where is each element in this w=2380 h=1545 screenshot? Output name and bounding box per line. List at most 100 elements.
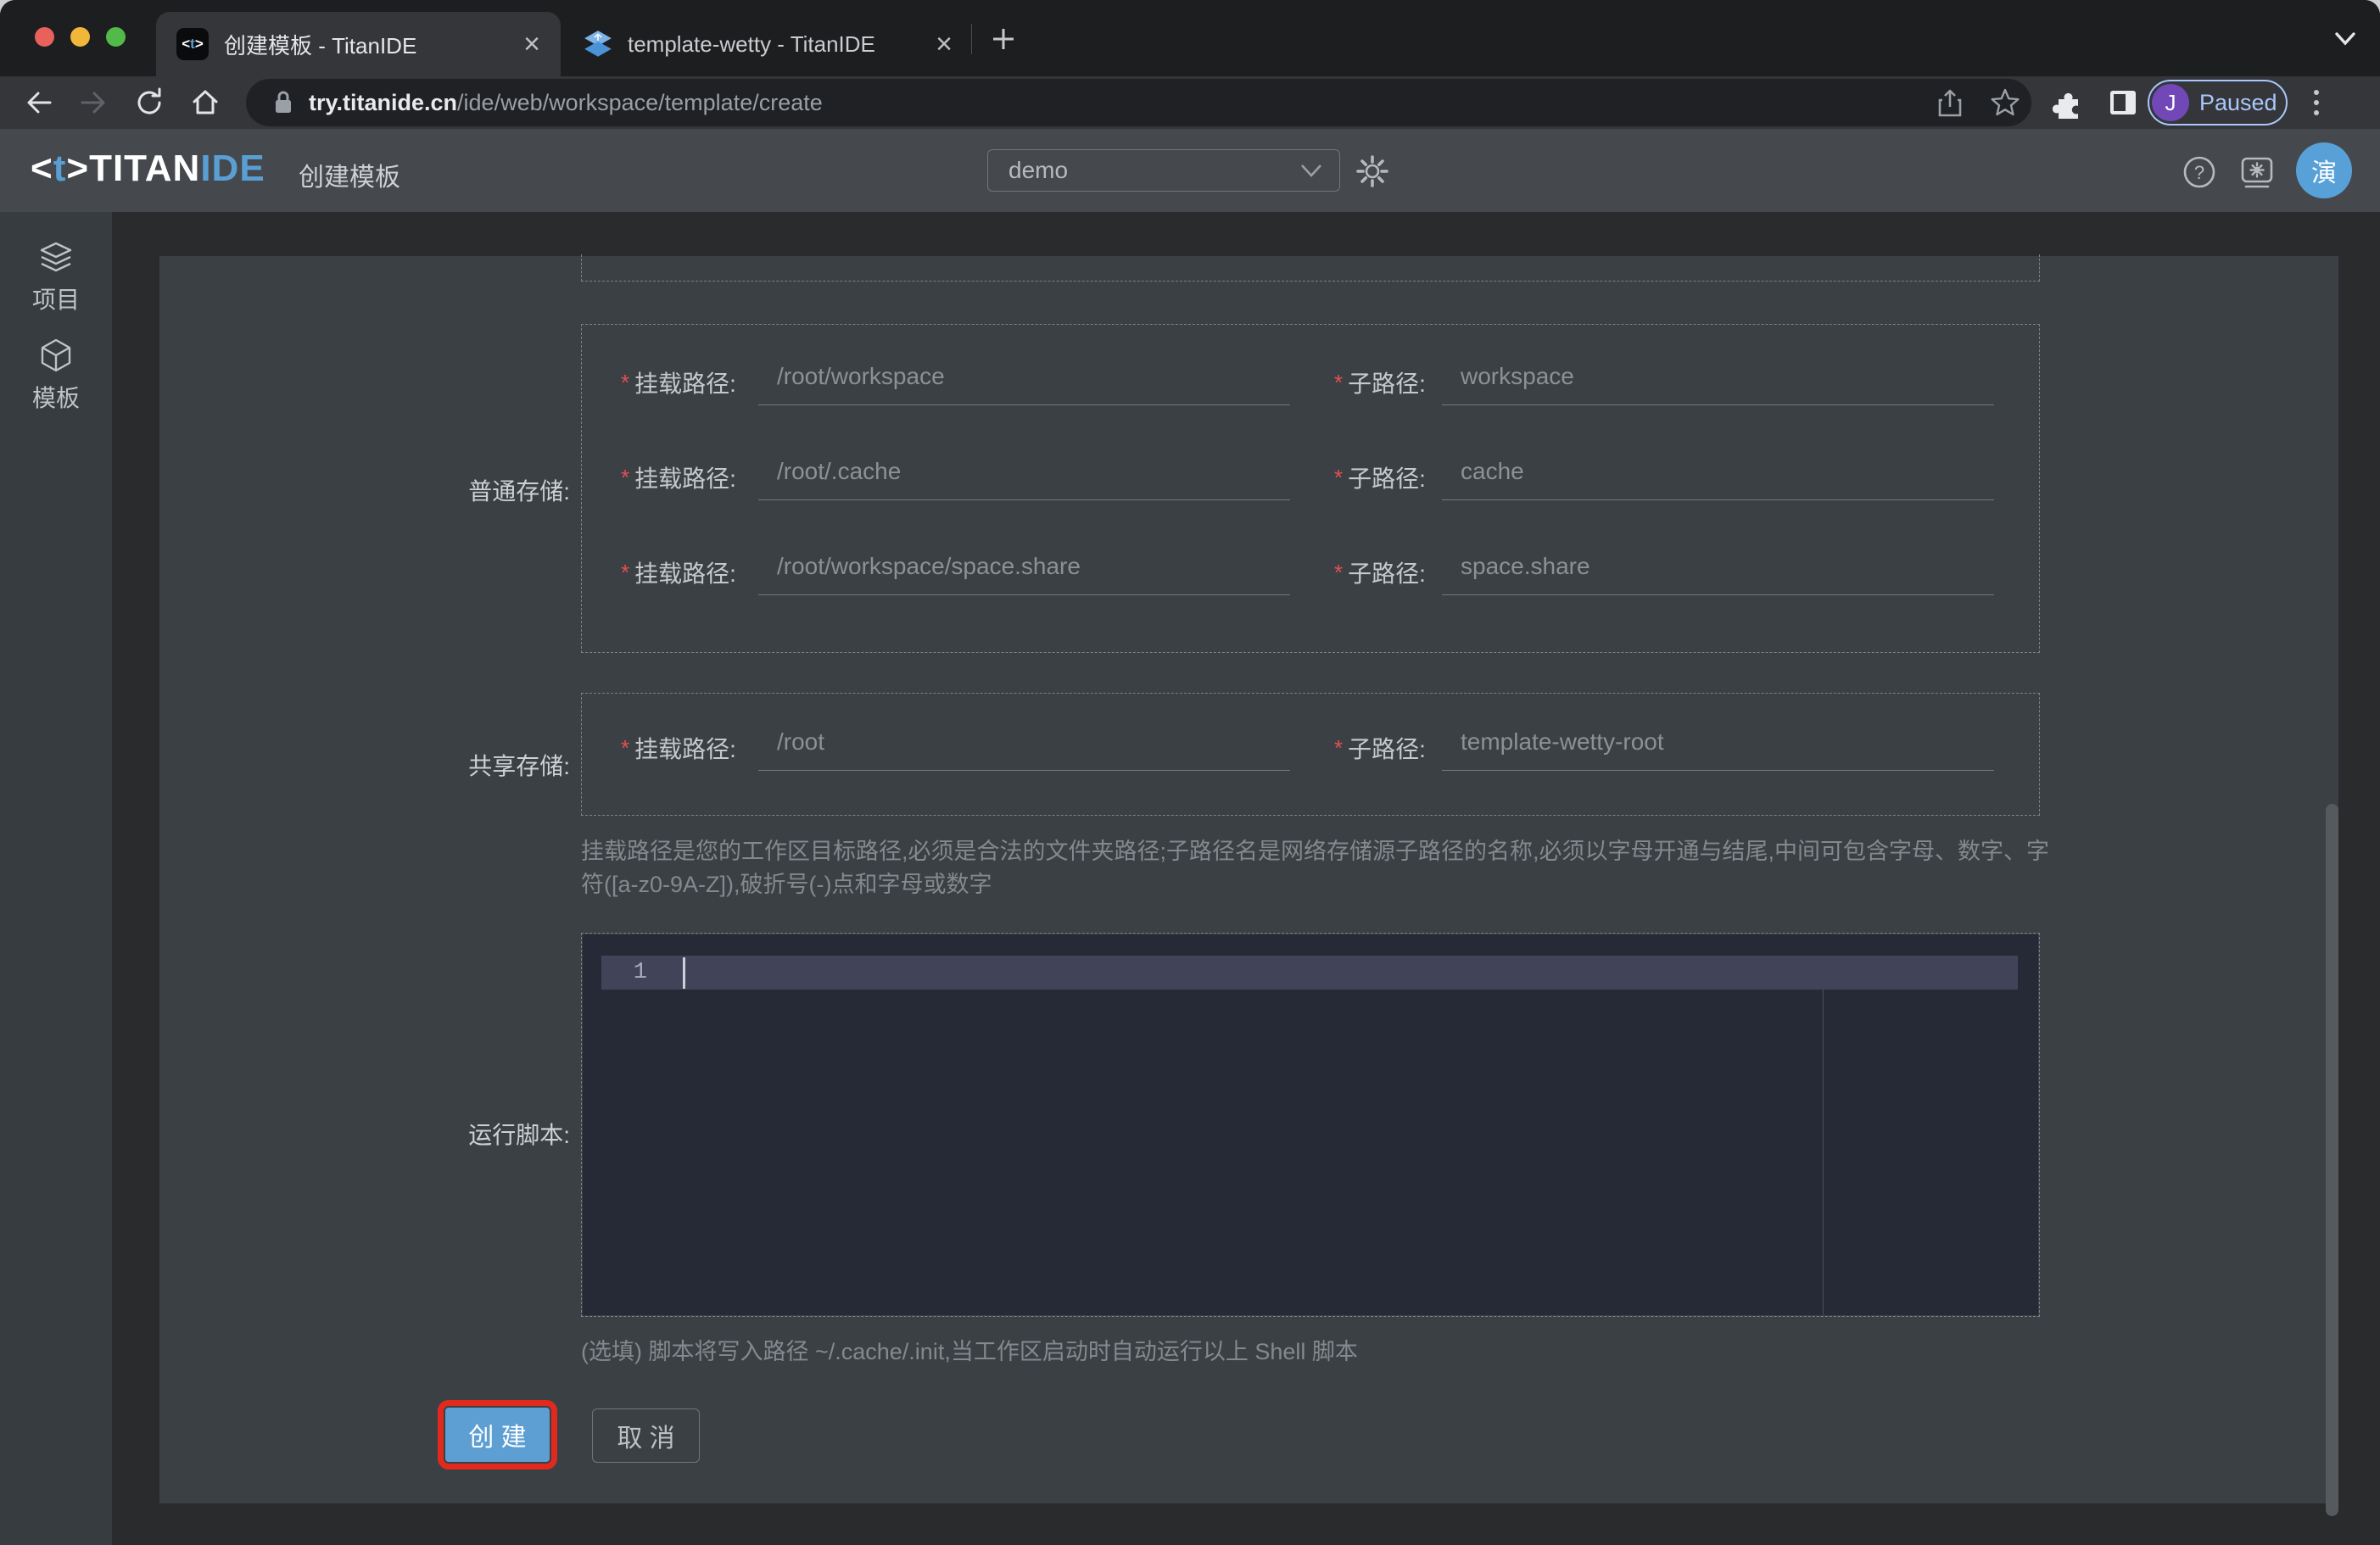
reload-button[interactable]	[134, 87, 165, 118]
script-note-text: (选填) 脚本将写入路径 ~/.cache/.init,当工作区启动时自动运行以…	[581, 1339, 1358, 1364]
sidebar-item-templates[interactable]: 模板	[0, 337, 112, 414]
cancel-button[interactable]: 取 消	[592, 1408, 700, 1463]
tab-search-chevron-icon[interactable]	[2331, 31, 2360, 49]
mount-path-input[interactable]: /root/workspace	[758, 352, 1290, 405]
logo-open: <	[31, 148, 53, 189]
editor-line-number: 1	[633, 960, 647, 985]
sub-path-label: * 子路径:	[1334, 555, 1426, 589]
back-button[interactable]	[24, 87, 54, 118]
tab-title: template-wetty - TitanIDE	[628, 31, 875, 57]
required-mark: *	[621, 465, 630, 490]
console-settings-icon[interactable]	[2238, 154, 2277, 192]
annotation-highlight-box: 创 建	[438, 1400, 557, 1470]
side-panel-icon[interactable]	[2107, 86, 2139, 119]
clipped-section-box	[581, 254, 2040, 282]
tab-separator	[971, 24, 972, 54]
settings-gear-icon[interactable]	[1355, 154, 1389, 188]
sub-path-value: workspace	[1461, 363, 1574, 389]
browser-toolbar: try.titanide.cn/ide/web/workspace/templa…	[0, 76, 2380, 129]
sub-path-value: space.share	[1461, 553, 1590, 579]
address-bar[interactable]: try.titanide.cn/ide/web/workspace/templa…	[246, 79, 2031, 126]
mount-path-label: * 挂载路径:	[621, 731, 736, 765]
editor-caret	[683, 957, 685, 989]
layers-icon	[40, 242, 72, 272]
sidebar-item-label: 模板	[31, 385, 80, 411]
required-mark: *	[621, 560, 630, 585]
browser-menu-icon[interactable]	[2310, 86, 2322, 119]
lock-icon[interactable]	[271, 89, 295, 116]
sidebar-item-label: 项目	[31, 287, 80, 313]
mount-path-value: /root/.cache	[777, 458, 902, 484]
tab-strip: < t > 创建模板 - TitanIDE × template-wetty - T…	[0, 0, 2380, 76]
editor-ruler	[1823, 990, 1824, 1315]
mount-path-input[interactable]: /root/workspace/space.share	[758, 542, 1290, 595]
user-avatar[interactable]: 演	[2296, 142, 2352, 198]
storage-row: * 挂载路径: /root/.cache * 子路径: cache	[582, 447, 2041, 523]
sub-path-label-text: 子路径:	[1348, 466, 1426, 492]
titanide-logo[interactable]: <t>TITANIDE	[31, 148, 265, 190]
workspace-select[interactable]: demo	[987, 149, 1340, 192]
close-window-button[interactable]	[35, 27, 54, 47]
mount-path-label: * 挂载路径:	[621, 460, 736, 494]
logo-titan: TITAN	[89, 148, 201, 189]
forward-button[interactable]	[78, 87, 109, 118]
sidebar-item-projects[interactable]: 项目	[0, 241, 112, 315]
required-mark: *	[1334, 560, 1344, 585]
storage-row: * 挂载路径: /root/workspace * 子路径: workspace	[582, 352, 2041, 428]
logo-t: t	[53, 148, 67, 189]
bookmark-star-icon[interactable]	[1990, 87, 2020, 118]
tab-template-wetty[interactable]: template-wetty - TitanIDE ×	[570, 12, 964, 76]
editor-active-line	[601, 956, 2018, 990]
page-scrollbar[interactable]	[2326, 804, 2338, 1516]
share-icon[interactable]	[1936, 88, 1964, 119]
create-button[interactable]: 创 建	[445, 1408, 550, 1462]
sub-path-input[interactable]: template-wetty-root	[1442, 717, 1994, 771]
close-tab-icon[interactable]: ×	[936, 30, 953, 59]
mount-path-value: /root	[777, 728, 825, 755]
favicon-close: >	[194, 36, 204, 52]
tab-create-template[interactable]: < t > 创建模板 - TitanIDE ×	[156, 12, 561, 76]
maximize-window-button[interactable]	[106, 27, 126, 47]
mount-path-value: /root/workspace	[777, 363, 945, 389]
minimize-window-button[interactable]	[70, 27, 90, 47]
create-template-form: 普通存储: * 挂载路径: /root/workspace * 子路径: works…	[159, 254, 2338, 1516]
mount-path-label-text: 挂载路径:	[634, 466, 736, 492]
script-editor[interactable]: 1	[583, 934, 2038, 1315]
mount-path-input[interactable]: /root	[758, 717, 1290, 771]
mount-path-label-text: 挂载路径:	[634, 371, 736, 397]
required-mark: *	[621, 370, 630, 395]
storage-row: * 挂载路径: /root/workspace/space.share * 子路径:…	[582, 542, 2041, 618]
path-hint-text: 挂载路径是您的工作区目标路径,必须是合法的文件夹路径;子路径名是网络存储源子路径…	[581, 839, 2050, 897]
sub-path-input[interactable]: space.share	[1442, 542, 1994, 595]
sub-path-value: cache	[1461, 458, 1524, 484]
profile-paused-button[interactable]: J Paused	[2148, 80, 2288, 125]
new-tab-button[interactable]	[991, 26, 1016, 52]
mount-path-label-text: 挂载路径:	[634, 736, 736, 762]
run-script-label: 运行脚本:	[468, 1122, 570, 1148]
paused-label: Paused	[2199, 89, 2277, 115]
sub-path-label-text: 子路径:	[1348, 371, 1426, 397]
required-mark: *	[1334, 465, 1344, 490]
storage-row: * 挂载路径: /root * 子路径: template-wetty-root	[582, 717, 2041, 794]
mount-path-value: /root/workspace/space.share	[777, 553, 1081, 579]
page-title: 创建模板	[299, 164, 400, 192]
sub-path-label-text: 子路径:	[1348, 561, 1426, 587]
close-tab-icon[interactable]: ×	[523, 30, 540, 59]
normal-storage-group: * 挂载路径: /root/workspace * 子路径: workspace *…	[581, 324, 2040, 653]
required-mark: *	[621, 735, 630, 761]
shared-storage-group: * 挂载路径: /root * 子路径: template-wetty-root	[581, 693, 2040, 816]
sub-path-label: * 子路径:	[1334, 365, 1426, 399]
run-script-group: 1	[581, 933, 2040, 1317]
home-button[interactable]	[190, 87, 221, 118]
sub-path-input[interactable]: workspace	[1442, 352, 1994, 405]
extensions-puzzle-icon[interactable]	[2053, 86, 2085, 119]
sub-path-label: * 子路径:	[1334, 460, 1426, 494]
mount-path-input[interactable]: /root/.cache	[758, 447, 1290, 500]
help-icon[interactable]: ?	[2182, 154, 2217, 190]
sub-path-input[interactable]: cache	[1442, 447, 1994, 500]
titanide-favicon: < t >	[176, 28, 209, 60]
cube-icon	[41, 338, 71, 372]
page-background: 普通存储: * 挂载路径: /root/workspace * 子路径: works…	[112, 212, 2380, 1545]
url-text[interactable]: try.titanide.cn/ide/web/workspace/templa…	[309, 90, 823, 116]
mount-path-label: * 挂载路径:	[621, 555, 736, 589]
